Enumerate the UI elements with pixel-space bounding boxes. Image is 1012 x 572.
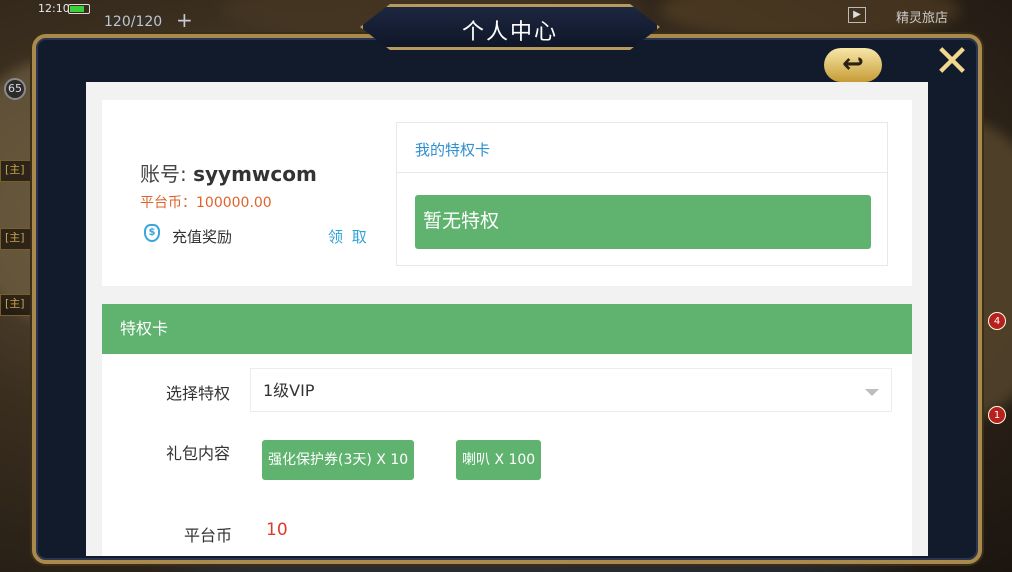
platform-coin-price: 10 [266,520,288,540]
gift-content-label: 礼包内容 [165,444,230,463]
chevron-down-icon [865,389,879,396]
no-privilege-notice: 暂无特权 [415,195,871,249]
shop-label[interactable]: 精灵旅店 [896,7,948,26]
account-username: syymwcom [193,162,317,186]
play-icon[interactable]: ▶ [848,7,866,23]
platform-coin-label: 平台币 [183,526,232,545]
claim-button[interactable]: 领 取 [328,226,369,247]
gift-item: 喇叭 X 100 [456,440,542,480]
add-energy-button[interactable]: + [176,8,193,32]
notification-badge: 4 [988,312,1006,330]
close-x-icon[interactable]: ✕ [930,40,974,84]
notification-badge: 1 [988,406,1006,424]
clock-time: 12:10 [38,2,70,15]
privilege-form: 选择特权 1级VIP 礼包内容 强化保护券(3天) X 10 喇叭 X 100 … [102,354,912,556]
privilege-select-value: 1级VIP [263,381,315,400]
energy-counter: 120/120 [104,14,163,30]
level-badge: 65 [4,78,26,100]
section-header: 特权卡 [102,304,912,354]
recharge-reward-label: 充值奖励 [172,228,233,246]
account-label: 账号: [140,162,187,186]
quest-tag[interactable]: [主] [0,160,34,182]
account-card: 账号: syymwcom 平台币：100000.00 $ 充值奖励 领 取 我的… [102,100,912,286]
dialog-title: 个人中心 [461,20,558,45]
return-arrow-icon[interactable]: ↩ [824,48,882,82]
privilege-card-title[interactable]: 我的特权卡 [415,139,490,160]
gift-item: 强化保护券(3天) X 10 [262,440,415,480]
platform-coin-balance: 平台币：100000.00 [140,195,272,211]
money-bag-icon: $ [144,224,160,242]
account-row: 账号: syymwcom [140,158,317,187]
battery-icon [68,4,90,14]
quest-tag[interactable]: [主] [0,228,34,250]
privilege-select[interactable]: 1级VIP [250,368,892,412]
privilege-card-header: 我的特权卡 [397,123,887,173]
select-privilege-label: 选择特权 [165,384,230,403]
content-panel: 账号: syymwcom 平台币：100000.00 $ 充值奖励 领 取 我的… [86,82,928,556]
quest-tag[interactable]: [主] [0,294,34,316]
my-privilege-card-box: 我的特权卡 暂无特权 [396,122,888,266]
